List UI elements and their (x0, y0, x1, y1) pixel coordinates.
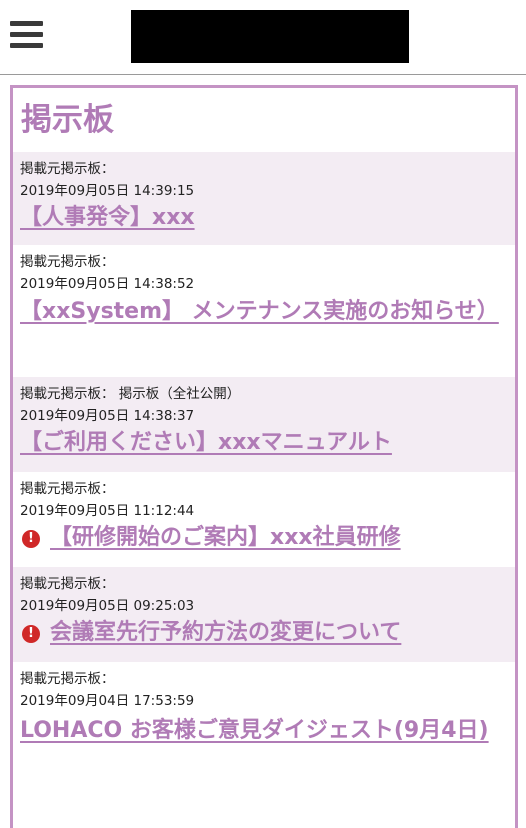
alert-icon: ! (22, 530, 40, 548)
post-title-link[interactable]: 【人事発令】xxx (20, 205, 195, 230)
post-source: 掲載元掲示板： (20, 251, 503, 273)
post-datetime: 2019年09月05日 09:25:03 (20, 598, 195, 614)
post-item: 掲載元掲示板： 2019年09月04日 17:53:59 LOHACO お客様ご… (13, 662, 515, 802)
post-item: 掲載元掲示板： 2019年09月05日 14:38:52 【xxSystem】 … (13, 245, 515, 377)
hamburger-bar (10, 32, 43, 37)
post-source: 掲載元掲示板： (20, 478, 503, 500)
redacted-logo (131, 10, 409, 63)
post-source: 掲載元掲示板： 掲示板（全社公開） (20, 383, 503, 405)
post-datetime: 2019年09月05日 14:39:15 (20, 183, 195, 199)
post-title-line: ! 【研修開始のご案内】xxx社員研修 (20, 522, 503, 554)
post-title-line: 【xxSystem】 メンテナンス実施のお知らせ） (20, 295, 503, 329)
hamburger-bar (10, 43, 43, 48)
post-title-line: ! 会議室先行予約方法の変更について (20, 617, 503, 649)
post-datetime: 2019年09月04日 17:53:59 (20, 693, 195, 709)
alert-icon: ! (22, 625, 40, 643)
bulletin-board: 掲示板 掲載元掲示板： 2019年09月05日 14:39:15 【人事発令】x… (10, 85, 518, 828)
post-item: 掲載元掲示板： 2019年09月05日 14:39:15 【人事発令】xxx (13, 152, 515, 245)
post-source-label: 掲載元掲示板： (20, 481, 115, 497)
post-title-line: 【人事発令】xxx (20, 202, 503, 234)
post-source-label: 掲載元掲示板： (20, 386, 115, 402)
post-source-label: 掲載元掲示板： (20, 254, 115, 270)
post-source-label: 掲載元掲示板： (20, 576, 115, 592)
hamburger-menu-icon[interactable] (10, 21, 43, 48)
post-source: 掲載元掲示板： (20, 668, 503, 690)
post-datetime: 2019年09月05日 11:12:44 (20, 503, 195, 519)
post-item: 掲載元掲示板： 2019年09月05日 11:12:44 ! 【研修開始のご案内】… (13, 472, 515, 567)
post-title-link[interactable]: 【xxSystem】 メンテナンス実施のお知らせ） (20, 299, 499, 324)
post-source: 掲載元掲示板： (20, 158, 503, 180)
post-title-line: 【ご利用ください】xxxマニュアルト (20, 427, 503, 459)
post-title-link[interactable]: 会議室先行予約方法の変更について (50, 620, 401, 645)
post-source-label: 掲載元掲示板： (20, 671, 115, 687)
post-title-link[interactable]: LOHACO お客様ご意見ダイジェスト(9月4日) (20, 718, 489, 743)
post-source: 掲載元掲示板： (20, 573, 503, 595)
post-source-value: 掲示板（全社公開） (114, 386, 241, 402)
post-source-label: 掲載元掲示板： (20, 161, 115, 177)
app-header (0, 0, 526, 75)
post-datetime: 2019年09月05日 14:38:37 (20, 408, 195, 424)
board-title: 掲示板 (21, 102, 114, 138)
post-item: 掲載元掲示板： 2019年09月05日 09:25:03 ! 会議室先行予約方法の… (13, 567, 515, 662)
post-item: 掲載元掲示板： 掲示板（全社公開） 2019年09月05日 14:38:37 【… (13, 377, 515, 472)
post-title-link[interactable]: 【ご利用ください】xxxマニュアルト (20, 430, 392, 455)
hamburger-bar (10, 21, 43, 26)
post-datetime: 2019年09月05日 14:38:52 (20, 276, 195, 292)
post-title-link[interactable]: 【研修開始のご案内】xxx社員研修 (50, 525, 401, 550)
post-title-line: LOHACO お客様ご意見ダイジェスト(9月4日) (20, 712, 503, 750)
